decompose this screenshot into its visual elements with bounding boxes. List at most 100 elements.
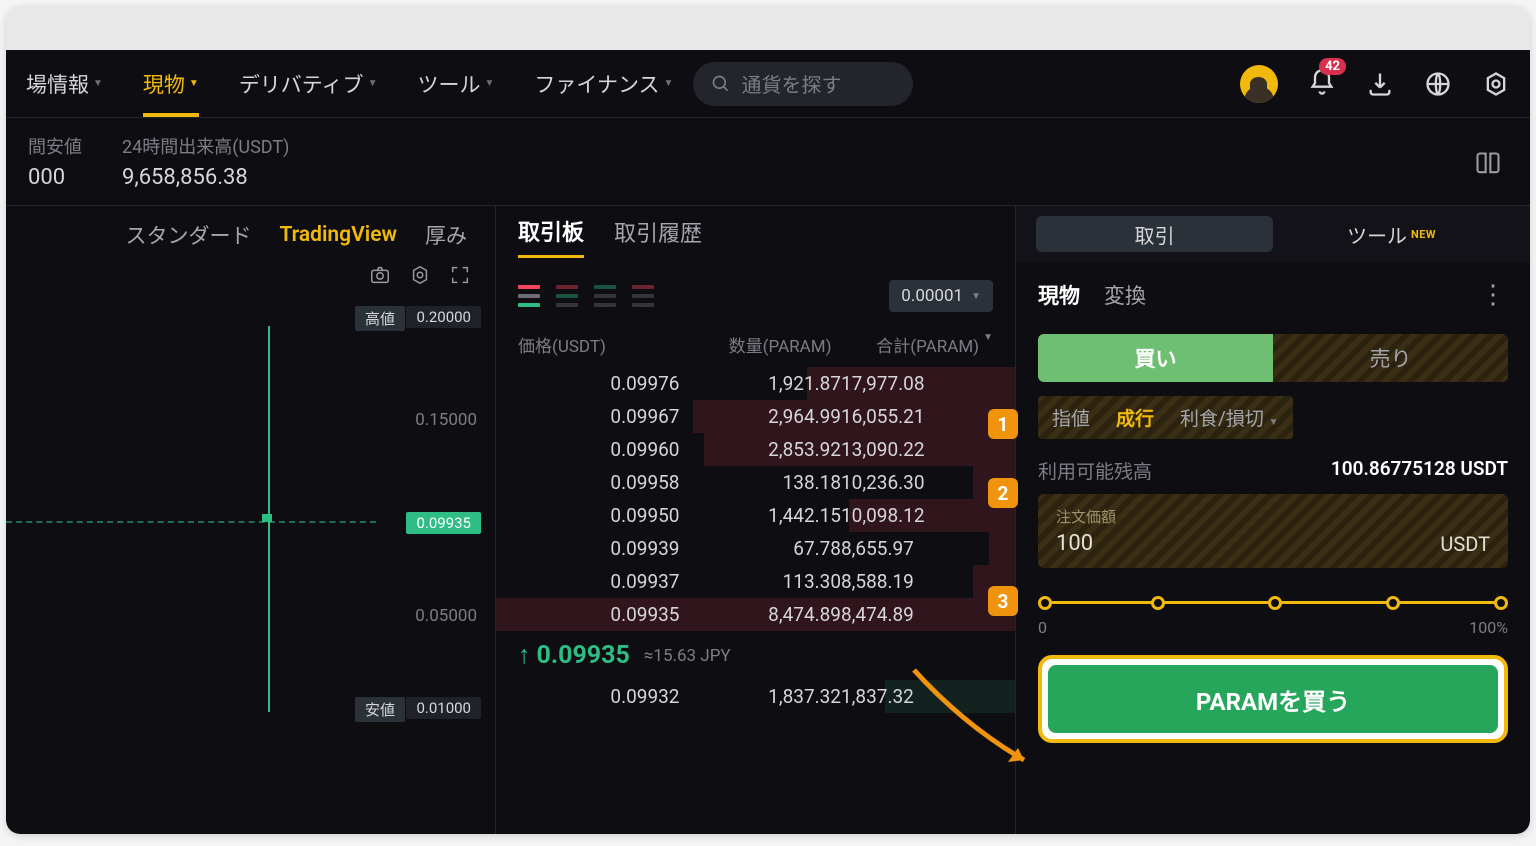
- chart-tab-depth[interactable]: 厚み: [425, 220, 467, 250]
- input-unit: USDT: [1440, 532, 1490, 556]
- nav-spot[interactable]: 現物▼: [143, 50, 199, 117]
- sub-tab-convert[interactable]: 変換: [1104, 280, 1146, 310]
- precision-select[interactable]: 0.00001 ▼: [889, 280, 993, 312]
- download-icon[interactable]: [1366, 70, 1394, 98]
- chevron-down-icon: ▼: [93, 78, 103, 89]
- gear-icon[interactable]: [409, 264, 431, 286]
- y-tick: 0.15000: [415, 410, 477, 430]
- ob-header-price: 価格(USDT): [518, 332, 670, 357]
- ob-mode-bids[interactable]: [594, 285, 616, 307]
- camera-icon[interactable]: [369, 264, 391, 286]
- stat-label: 間安値: [28, 133, 82, 159]
- low-tag: 安値: [355, 697, 405, 722]
- buy-sell-toggle: 買い 売り: [1038, 334, 1508, 382]
- stats-row: 間安値 000 24時間出来高(USDT) 9,658,856.38: [6, 118, 1530, 206]
- balance-label: 利用可能残高: [1038, 457, 1152, 484]
- callout-3: 3: [988, 586, 1018, 616]
- amount-slider[interactable]: [1038, 592, 1508, 612]
- slider-max: 100%: [1469, 618, 1508, 637]
- callout-1: 1: [988, 409, 1018, 439]
- chevron-down-icon: ▼: [189, 78, 199, 89]
- chevron-down-icon: ▼: [484, 78, 494, 89]
- sub-tab-spot[interactable]: 現物: [1038, 280, 1080, 310]
- top-tab-tools[interactable]: ツールNEW: [1273, 216, 1510, 252]
- ob-row[interactable]: 0.09937113.308,588.19: [496, 565, 1015, 598]
- nav-tools[interactable]: ツール▼: [417, 50, 494, 117]
- tab-trades[interactable]: 取引履歴: [614, 216, 702, 256]
- chart-tab-tradingview[interactable]: TradingView: [279, 223, 397, 247]
- low-value: 0.01000: [406, 697, 481, 719]
- ob-row[interactable]: 0.099501,442.1510,098.12: [496, 499, 1015, 532]
- nav-items: 場情報▼ 現物▼ デリバティブ▼ ツール▼ ファイナンス▼: [26, 50, 673, 117]
- trading-app: 場情報▼ 現物▼ デリバティブ▼ ツール▼ ファイナンス▼ 通貨を探す 42: [6, 50, 1530, 834]
- nav-derivatives[interactable]: デリバティブ ▼: [239, 50, 378, 117]
- orderbook-controls: 0.00001 ▼: [496, 266, 1015, 326]
- ob-row[interactable]: 0.099672,964.9916,055.21: [496, 400, 1015, 433]
- trade-top-tabs: 取引 ツールNEW: [1016, 206, 1530, 262]
- tab-orderbook[interactable]: 取引板: [518, 215, 584, 258]
- buy-button[interactable]: PARAMを買う: [1048, 665, 1498, 733]
- nav-icons: 42: [1240, 65, 1510, 103]
- stat-value: 000: [28, 165, 82, 190]
- chevron-down-icon: ▼: [971, 291, 981, 302]
- current-price-tag: 0.09935: [406, 512, 481, 534]
- ob-mode-asks[interactable]: [632, 285, 654, 307]
- more-icon[interactable]: ⋮: [1480, 280, 1508, 310]
- chevron-down-icon: ▼: [368, 78, 378, 89]
- main-columns: スタンダード TradingView 厚み: [6, 206, 1530, 834]
- order-limit[interactable]: 指値: [1052, 404, 1090, 431]
- stat-low: 間安値 000: [28, 133, 82, 190]
- trade-panel: 取引 ツールNEW 現物 変換 ⋮ 買い 売り 指値 成行 利食/損切 ▼: [1016, 206, 1530, 834]
- amount-input[interactable]: 注文価額 100 USDT: [1038, 494, 1508, 568]
- order-stop[interactable]: 利食/損切 ▼: [1180, 404, 1278, 431]
- ob-mode-both-alt[interactable]: [556, 285, 578, 307]
- nav-finance[interactable]: ファイナンス▼: [534, 50, 673, 117]
- stat-label: 24時間出来高(USDT): [122, 133, 289, 159]
- search-placeholder: 通貨を探す: [741, 69, 841, 98]
- top-nav: 場情報▼ 現物▼ デリバティブ▼ ツール▼ ファイナンス▼ 通貨を探す 42: [6, 50, 1530, 118]
- input-label: 注文価額: [1056, 506, 1490, 527]
- top-tab-trade[interactable]: 取引: [1036, 216, 1273, 252]
- settings-icon[interactable]: [1482, 70, 1510, 98]
- buy-tab[interactable]: 買い: [1038, 334, 1273, 382]
- book-icon[interactable]: [1474, 150, 1502, 178]
- chart-body[interactable]: 高値 0.20000 0.09935 安値 0.01000 0.20000 0.…: [6, 296, 495, 726]
- trade-sub-tabs: 現物 変換 ⋮: [1016, 262, 1530, 328]
- orderbook-asks: 0.099761,921.8717,977.080.099672,964.991…: [496, 367, 1015, 631]
- ob-row[interactable]: 0.099602,853.9213,090.22: [496, 433, 1015, 466]
- y-tick: 0.05000: [415, 606, 477, 626]
- chart-tools: [6, 264, 495, 286]
- orderbook-header: 価格(USDT) 数量(PARAM) 合計(PARAM)▼: [496, 326, 1015, 367]
- ob-header-qty: 数量(PARAM): [670, 332, 832, 357]
- submit-wrap: PARAMを買う: [1038, 655, 1508, 743]
- order-types: 指値 成行 利食/損切 ▼: [1038, 396, 1293, 439]
- nav-label: ファイナンス: [534, 69, 659, 99]
- fullscreen-icon[interactable]: [449, 264, 471, 286]
- orderbook-tabs: 取引板 取引履歴: [496, 206, 1015, 266]
- order-market[interactable]: 成行: [1116, 404, 1154, 431]
- globe-icon[interactable]: [1424, 70, 1452, 98]
- search-input[interactable]: 通貨を探す: [693, 62, 913, 106]
- arrow-up-icon: ↑: [518, 641, 531, 670]
- ob-row[interactable]: 0.0993967.788,655.97: [496, 532, 1015, 565]
- ob-mode-both[interactable]: [518, 285, 540, 307]
- nav-label: 場情報: [26, 69, 89, 99]
- ob-row[interactable]: 0.099761,921.8717,977.08: [496, 367, 1015, 400]
- ob-row[interactable]: 0.09958138.1810,236.30: [496, 466, 1015, 499]
- nav-label: デリバティブ: [239, 69, 364, 99]
- notifications-button[interactable]: 42: [1308, 68, 1336, 100]
- stat-volume: 24時間出来高(USDT) 9,658,856.38: [122, 133, 289, 190]
- nav-market-info[interactable]: 場情報 ▼: [26, 50, 103, 117]
- ob-header-total: 合計(PARAM): [876, 332, 979, 357]
- candle: [266, 326, 272, 712]
- chevron-down-icon: ▼: [1269, 417, 1279, 428]
- search-icon: [711, 74, 731, 94]
- balance-value: 100.86775128 USDT: [1331, 457, 1508, 484]
- sell-tab[interactable]: 売り: [1273, 334, 1508, 382]
- avatar[interactable]: [1240, 65, 1278, 103]
- new-badge: NEW: [1411, 228, 1436, 241]
- precision-value: 0.00001: [901, 286, 963, 306]
- available-balance: 利用可能残高 100.86775128 USDT: [1038, 457, 1508, 484]
- ob-row[interactable]: 0.099358,474.898,474.89: [496, 598, 1015, 631]
- chart-tab-standard[interactable]: スタンダード: [125, 220, 251, 250]
